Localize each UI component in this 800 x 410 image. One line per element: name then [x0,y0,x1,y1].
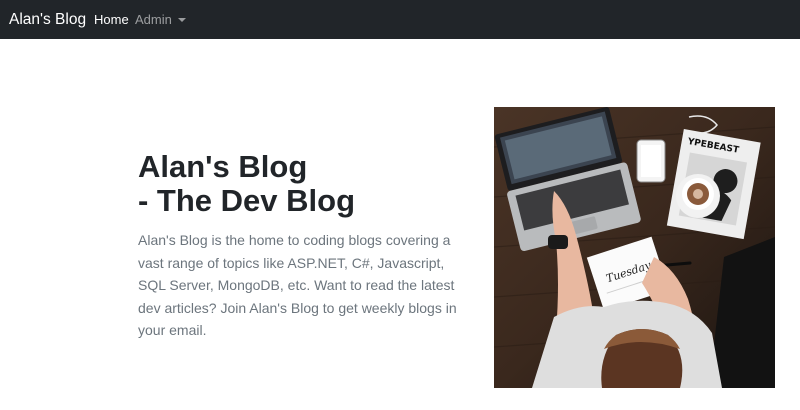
hero-title-line2: - The Dev Blog [138,183,356,218]
nav-home-link[interactable]: Home [94,12,129,28]
chevron-down-icon [177,18,186,22]
hero-image: YPEBEAST Tuesday [494,107,775,388]
nav-admin-label: Admin [135,12,172,27]
hero-title-line1: Alan's Blog [138,149,308,184]
desk-photo-illustration: YPEBEAST Tuesday [494,107,775,388]
nav-admin-dropdown[interactable]: Admin [135,12,186,28]
hero-title: Alan's Blog - The Dev Blog [138,150,355,218]
hero-description: Alan's Blog is the home to coding blogs … [138,232,457,338]
brand-link[interactable]: Alan's Blog [9,10,86,30]
top-navbar: Alan's Blog Home Admin [0,0,800,39]
